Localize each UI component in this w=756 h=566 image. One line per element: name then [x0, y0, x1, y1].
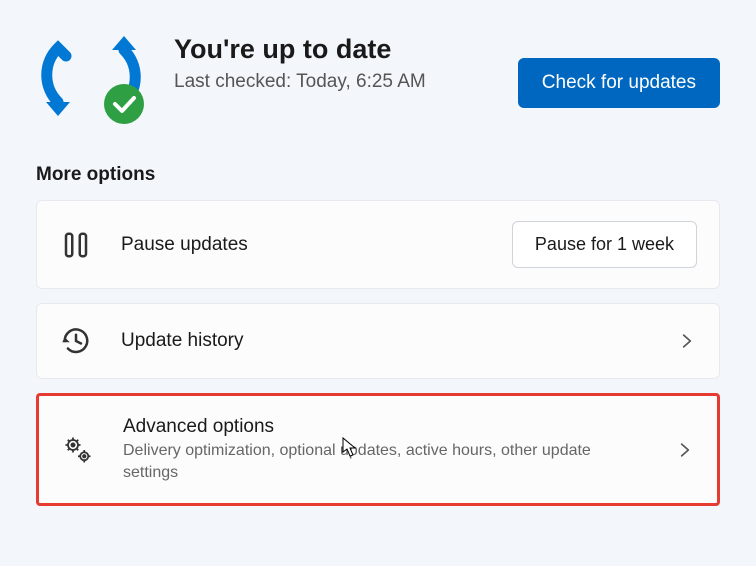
pause-body: Pause updates — [121, 234, 484, 256]
sync-check-icon — [36, 28, 146, 124]
pause-icon — [59, 228, 93, 262]
history-body: Update history — [121, 330, 649, 352]
status-text-block: You're up to date Last checked: Today, 6… — [174, 28, 490, 95]
status-title: You're up to date — [174, 34, 490, 65]
pause-title: Pause updates — [121, 234, 484, 256]
advanced-title: Advanced options — [123, 416, 647, 438]
more-options-heading: More options — [36, 164, 720, 186]
chevron-right-icon — [675, 440, 695, 460]
history-title: Update history — [121, 330, 649, 352]
pause-for-1-week-button[interactable]: Pause for 1 week — [512, 221, 697, 268]
pause-updates-row[interactable]: Pause updates Pause for 1 week — [36, 200, 720, 289]
advanced-subtitle: Delivery optimization, optional updates,… — [123, 440, 603, 483]
status-subtitle: Last checked: Today, 6:25 AM — [174, 69, 490, 95]
advanced-body: Advanced options Delivery optimization, … — [123, 416, 647, 483]
advanced-options-row[interactable]: Advanced options Delivery optimization, … — [36, 393, 720, 506]
check-for-updates-button[interactable]: Check for updates — [518, 58, 720, 108]
update-status-row: You're up to date Last checked: Today, 6… — [36, 28, 720, 124]
gears-icon — [61, 433, 95, 467]
update-history-row[interactable]: Update history — [36, 303, 720, 379]
history-icon — [59, 324, 93, 358]
chevron-right-icon — [677, 331, 697, 351]
